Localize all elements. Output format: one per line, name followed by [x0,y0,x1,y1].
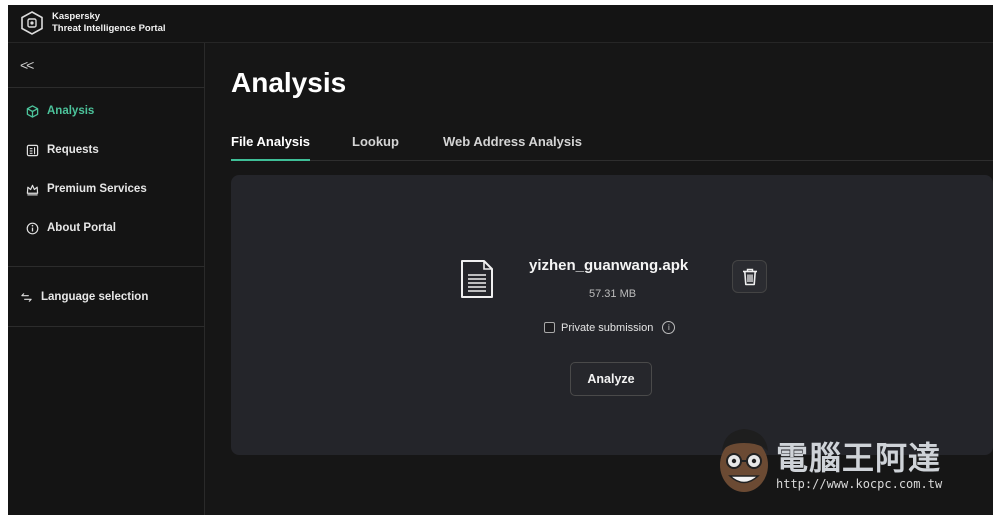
sidebar: << Analysis Requests Premium Services Ab… [8,43,205,515]
language-selection-button[interactable]: Language selection [20,287,148,307]
info-icon[interactable]: i [662,321,676,334]
tab-web-address-analysis[interactable]: Web Address Analysis [443,134,582,160]
mascot-logo-icon [720,429,768,492]
private-submission-label: Private submission [561,321,654,334]
swap-arrows-icon [21,292,32,302]
tab-lookup[interactable]: Lookup [352,134,399,160]
sidebar-item-analysis[interactable]: Analysis [26,101,94,121]
sidebar-item-about-portal[interactable]: About Portal [26,218,116,238]
sidebar-item-label: About Portal [47,222,116,234]
sidebar-divider [8,87,205,88]
brand-line-2: Threat Intelligence Portal [52,23,166,34]
file-name: yizhen_guanwang.apk [529,257,689,274]
sidebar-item-requests[interactable]: Requests [26,140,99,160]
analyze-button[interactable]: Analyze [570,362,652,396]
private-submission-checkbox[interactable] [544,322,555,333]
watermark: 電腦王阿達 http://www.kocpc.com.tw [714,421,976,499]
sidebar-divider [8,266,205,267]
kaspersky-logo-icon [21,11,43,35]
page-title: Analysis [231,67,347,98]
analysis-tabs: File Analysis Lookup Web Address Analysi… [231,127,993,161]
watermark-url: http://www.kocpc.com.tw [776,477,943,491]
sidebar-item-label: Analysis [47,105,95,117]
app-window: Kaspersky Threat Intelligence Portal << … [8,5,993,515]
tab-file-analysis[interactable]: File Analysis [231,134,310,161]
top-bar: Kaspersky Threat Intelligence Portal [8,5,993,43]
file-icon [461,260,493,298]
collapse-sidebar-button[interactable]: << [20,57,34,73]
sidebar-divider [8,326,205,327]
sidebar-item-label: Premium Services [47,183,147,195]
delete-file-button[interactable] [732,260,767,293]
brand-line-1: Kaspersky [52,11,101,22]
private-submission-row: Private submission i [544,321,676,334]
brand-name: Kaspersky Threat Intelligence Portal [52,11,166,35]
document-list-icon [26,144,39,156]
crown-icon [26,184,39,195]
file-size: 57.31 MB [589,288,637,300]
language-selection-label: Language selection [41,291,149,303]
cube-icon [26,104,39,118]
trash-icon [742,268,757,285]
sidebar-item-premium-services[interactable]: Premium Services [26,179,147,199]
file-upload-card: yizhen_guanwang.apk 57.31 MB Private sub… [231,175,993,455]
info-icon [26,222,39,234]
sidebar-item-label: Requests [47,144,99,156]
watermark-title: 電腦王阿達 [776,439,942,477]
